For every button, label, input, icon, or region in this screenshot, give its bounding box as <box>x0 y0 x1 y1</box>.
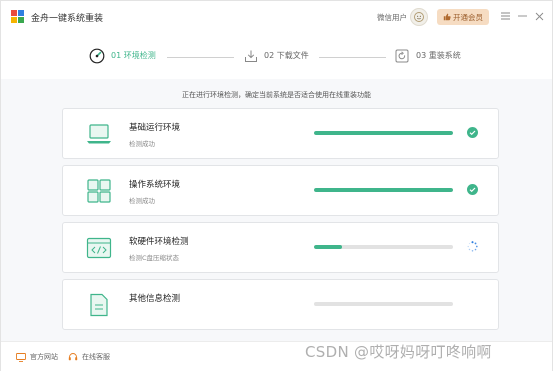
card-title: 软硬件环境检测 <box>129 237 189 247</box>
step-indicator: 01 环境检测 02 下载文件 03 重装系统 <box>1 37 552 77</box>
check-card-hw-sw-env: 软硬件环境检测 检测C盘压缩状态 <box>62 222 499 273</box>
online-support-link[interactable]: 在线客服 <box>68 352 110 362</box>
progress-track <box>314 131 453 135</box>
main-panel: 正在进行环境检测，确定当前系统是否适合使用在线重装功能 基础运行环境 检测成功 <box>1 79 552 341</box>
progress-fill <box>314 245 342 249</box>
progress-fill <box>314 188 453 192</box>
check-circle-icon <box>467 184 478 195</box>
card-title: 操作系统环境 <box>129 180 181 190</box>
card-title: 基础运行环境 <box>129 123 181 133</box>
step-connector <box>319 57 386 58</box>
app-logo-icon <box>11 10 24 23</box>
headset-icon <box>68 353 78 361</box>
official-website-link[interactable]: 官方网站 <box>16 352 58 362</box>
step-1-label: 01 环境检测 <box>111 51 156 60</box>
monitor-icon <box>16 352 26 362</box>
vip-label: 开通会员 <box>453 12 483 22</box>
step-2-label: 02 下载文件 <box>264 51 309 60</box>
card-title: 其他信息检测 <box>129 294 181 304</box>
step-3-label: 03 重装系统 <box>416 51 461 60</box>
watermark: CSDN @哎呀妈呀叮咚响啊 <box>305 343 492 361</box>
check-card-basic-env: 基础运行环境 检测成功 <box>62 108 499 159</box>
vip-button[interactable]: 开通会员 <box>437 9 489 25</box>
progress-fill <box>314 131 453 135</box>
progress-track <box>314 302 453 306</box>
gauge-icon <box>89 48 105 64</box>
card-status: 检测C盘压缩状态 <box>129 254 180 262</box>
minimize-icon[interactable] <box>515 9 529 23</box>
official-website-label: 官方网站 <box>30 353 58 361</box>
check-card-os-env: 操作系统环境 检测成功 <box>62 165 499 216</box>
app-window: 金舟一键系统重装 微信用户 开通会员 01 环境检测 02 下载文件 03 重装… <box>0 0 553 371</box>
close-icon[interactable] <box>532 9 546 23</box>
avatar-icon <box>414 12 424 22</box>
document-icon <box>86 292 112 318</box>
windows-grid-icon <box>86 178 112 204</box>
user-name[interactable]: 微信用户 <box>377 12 407 23</box>
laptop-icon <box>86 121 112 147</box>
title-bar: 金舟一键系统重装 微信用户 开通会员 <box>1 1 552 35</box>
progress-track <box>314 188 453 192</box>
progress-track <box>314 245 453 249</box>
card-status: 检测成功 <box>129 197 155 205</box>
loading-spinner-icon <box>467 241 478 252</box>
menu-icon[interactable] <box>498 9 512 23</box>
detection-subtitle: 正在进行环境检测，确定当前系统是否适合使用在线重装功能 <box>182 91 371 99</box>
online-support-label: 在线客服 <box>82 353 110 361</box>
reinstall-icon <box>394 48 410 64</box>
code-window-icon <box>86 235 112 261</box>
check-card-other-info: 其他信息检测 <box>62 279 499 330</box>
step-connector <box>167 57 234 58</box>
check-circle-icon <box>467 127 478 138</box>
thumb-icon <box>443 13 451 21</box>
download-icon <box>243 48 259 64</box>
card-status: 检测成功 <box>129 140 155 148</box>
app-title: 金舟一键系统重装 <box>31 14 104 24</box>
user-avatar[interactable] <box>410 8 428 26</box>
